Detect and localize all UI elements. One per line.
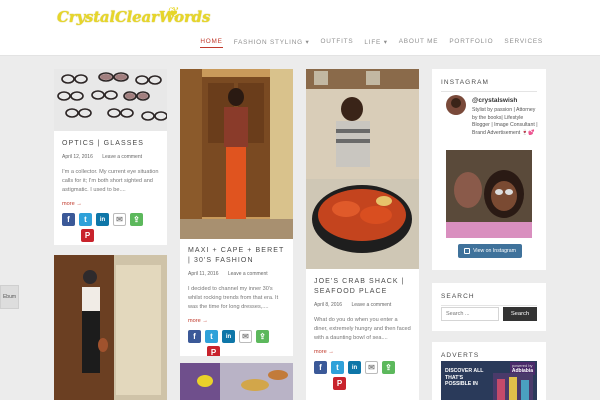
main-nav: HOME FASHION STYLING ▾ OUTFITS LIFE ▾ AB…	[189, 38, 543, 48]
widget-divider	[441, 91, 537, 92]
read-more-link[interactable]: more →	[314, 349, 411, 355]
instagram-photo[interactable]	[446, 150, 532, 238]
linkedin-share-icon[interactable]: in	[348, 361, 361, 374]
post-date[interactable]: April 11, 2016	[188, 271, 218, 277]
post-body: MAXI + CAPE + BERET | 30'S FASHION April…	[188, 246, 285, 356]
post-image-glasses[interactable]	[54, 69, 167, 131]
post-body: JOE'S CRAB SHACK | SEAFOOD PLACE April 8…	[314, 277, 411, 390]
post-title[interactable]: MAXI + CAPE + BERET | 30'S FASHION	[188, 246, 285, 266]
share-buttons-row2: P	[81, 229, 159, 242]
share-icon[interactable]: ⇪	[382, 361, 395, 374]
email-share-icon[interactable]: ✉	[239, 330, 252, 343]
widget-title: SEARCH	[441, 293, 475, 300]
nav-fashion-styling[interactable]: FASHION STYLING ▾	[234, 38, 310, 46]
read-more-link[interactable]: more →	[62, 201, 159, 207]
post-image-crab[interactable]	[306, 69, 419, 269]
post-meta: April 8, 2016 Leave a comment	[314, 302, 411, 308]
post-card-optics: OPTICS | GLASSES April 12, 2016 Leave a …	[54, 69, 167, 245]
post-excerpt: I decided to channel my inner 30's whils…	[188, 286, 279, 310]
post-card-crab: JOE'S CRAB SHACK | SEAFOOD PLACE April 8…	[306, 69, 419, 400]
search-input[interactable]	[441, 307, 499, 321]
search-widget: SEARCH Search	[432, 283, 546, 331]
instagram-icon	[464, 248, 471, 254]
adverts-widget: ADVERTS powered by Adbiabia DISCOVER ALL…	[432, 342, 546, 400]
instagram-widget: INSTAGRAM @crystalswish Stylist by passi…	[432, 69, 546, 270]
post-meta: April 11, 2016 Leave a comment	[188, 271, 285, 277]
widget-title: INSTAGRAM	[441, 79, 490, 86]
widget-divider	[441, 305, 537, 306]
site-header: CrystalClearWords ❦ HOME FASHION STYLING…	[0, 0, 600, 56]
nav-home[interactable]: HOME	[200, 38, 224, 48]
view-on-instagram-button[interactable]: View on Instagram	[458, 244, 522, 258]
nav-services[interactable]: SERVICES	[504, 38, 543, 46]
post-image-outfit[interactable]	[54, 255, 167, 400]
twitter-share-icon[interactable]: t	[79, 213, 92, 226]
post-excerpt: What do you do when you enter a diner, e…	[314, 317, 411, 341]
share-icon[interactable]: ⇪	[256, 330, 269, 343]
pinterest-share-icon[interactable]: P	[81, 229, 94, 242]
site-logo[interactable]: CrystalClearWords	[57, 8, 210, 26]
advert-image	[493, 373, 533, 400]
search-button[interactable]: Search	[503, 307, 537, 321]
post-image-shoes[interactable]	[180, 363, 293, 400]
post-card-outfit	[54, 255, 167, 400]
instagram-handle[interactable]: @crystalswish	[472, 97, 517, 104]
pinterest-share-icon[interactable]: P	[333, 377, 346, 390]
read-more-link[interactable]: more →	[188, 318, 285, 324]
share-icon[interactable]: ⇪	[130, 213, 143, 226]
butterfly-icon: ❦	[168, 4, 180, 20]
post-title[interactable]: JOE'S CRAB SHACK | SEAFOOD PLACE	[314, 277, 411, 297]
nav-about-me[interactable]: ABOUT ME	[399, 38, 439, 46]
instagram-bio: Stylist by passion | Attorney by the boo…	[472, 107, 538, 136]
share-buttons-row2: P	[207, 346, 285, 356]
view-on-instagram-label: View on Instagram	[473, 248, 516, 254]
email-share-icon[interactable]: ✉	[113, 213, 126, 226]
share-buttons-row2: P	[333, 377, 411, 390]
post-comment-link[interactable]: Leave a comment	[351, 302, 391, 308]
post-body: OPTICS | GLASSES April 12, 2016 Leave a …	[62, 139, 159, 242]
facebook-share-icon[interactable]: f	[62, 213, 75, 226]
post-image-maxi[interactable]	[180, 69, 293, 239]
nav-portfolio[interactable]: PORTFOLIO	[449, 38, 493, 46]
post-card-maxi: MAXI + CAPE + BERET | 30'S FASHION April…	[180, 69, 293, 356]
widget-title: ADVERTS	[441, 352, 480, 359]
post-date[interactable]: April 8, 2016	[314, 302, 342, 308]
share-buttons: f t in ✉ ⇪	[188, 330, 285, 343]
linkedin-share-icon[interactable]: in	[222, 330, 235, 343]
facebook-share-icon[interactable]: f	[314, 361, 327, 374]
nav-outfits[interactable]: OUTFITS	[320, 38, 353, 46]
share-buttons: f t in ✉ ⇪	[314, 361, 411, 374]
post-title[interactable]: OPTICS | GLASSES	[62, 139, 159, 149]
post-comment-link[interactable]: Leave a comment	[102, 154, 142, 160]
pinterest-share-icon[interactable]: P	[207, 346, 220, 356]
email-share-icon[interactable]: ✉	[365, 361, 378, 374]
facebook-share-icon[interactable]: f	[188, 330, 201, 343]
twitter-share-icon[interactable]: t	[205, 330, 218, 343]
nav-life[interactable]: LIFE ▾	[364, 38, 387, 46]
post-date[interactable]: April 12, 2016	[62, 154, 93, 160]
post-comment-link[interactable]: Leave a comment	[228, 271, 268, 277]
share-buttons: f t in ✉ ⇪	[62, 213, 159, 226]
side-feedback-tab[interactable]: Ebum	[0, 285, 19, 309]
post-excerpt: I'm a collector. My current eye situatio…	[62, 169, 159, 193]
twitter-share-icon[interactable]: t	[331, 361, 344, 374]
advert-headline: DISCOVER ALL THAT'S POSSIBLE IN	[445, 368, 484, 387]
instagram-avatar[interactable]	[446, 95, 466, 115]
advert-banner[interactable]: powered by Adbiabia DISCOVER ALL THAT'S …	[441, 361, 537, 400]
post-card-shoes	[180, 363, 293, 400]
linkedin-share-icon[interactable]: in	[96, 213, 109, 226]
post-meta: April 12, 2016 Leave a comment	[62, 154, 159, 160]
